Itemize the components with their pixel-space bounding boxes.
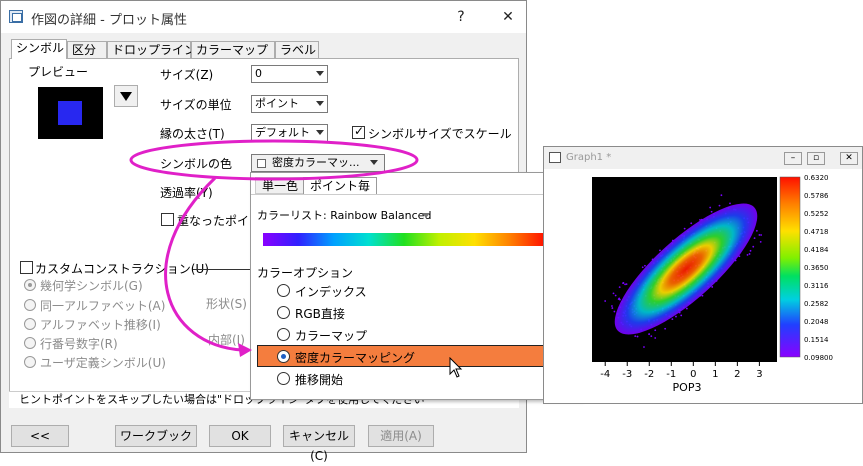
scatter-point bbox=[690, 222, 693, 225]
minimize-icon[interactable]: – bbox=[784, 152, 802, 165]
x-tick-label: 2 bbox=[734, 369, 740, 380]
x-tick-label: -4 bbox=[600, 369, 610, 380]
scatter-point bbox=[718, 204, 721, 207]
scatter-point bbox=[758, 234, 761, 236]
scatter-point bbox=[671, 318, 674, 321]
scatter-point bbox=[644, 264, 646, 267]
scatter-point bbox=[680, 314, 683, 317]
x-tick-label: 3 bbox=[756, 369, 762, 380]
scatter-point bbox=[659, 249, 661, 252]
x-axis-title: POP3 bbox=[673, 381, 702, 394]
scatter-point bbox=[604, 300, 607, 302]
scatter-point bbox=[729, 202, 731, 205]
scatter-point bbox=[675, 315, 677, 318]
graph-page: -4 -3 -2 -1 0 1 2 3 POP3 0.6320 0.5786 0.5252 0.47… bbox=[544, 169, 862, 403]
density-scatter-plot: -4 -3 -2 -1 0 1 2 3 POP3 0.6320 0.5786 0.5252 0.47… bbox=[592, 174, 833, 394]
colorbar-ticks: 0.6320 0.5786 0.5252 0.4718 0.4184 0.3650 0.31… bbox=[804, 174, 833, 362]
scatter-point bbox=[654, 329, 657, 332]
graph-app-icon bbox=[549, 152, 561, 163]
graph-title: Graph1 * bbox=[566, 152, 612, 163]
scatter-point bbox=[643, 346, 645, 348]
graph-titlebar: Graph1 * – ▫ ✕ bbox=[544, 147, 862, 169]
colorbar-tick-label: 0.3650 bbox=[804, 264, 829, 272]
highlight-ellipse bbox=[129, 139, 419, 181]
annotation-arrow-line bbox=[164, 176, 243, 352]
scatter-point bbox=[648, 333, 650, 336]
restore-icon[interactable]: ▫ bbox=[807, 152, 825, 165]
scatter-point bbox=[709, 206, 712, 209]
x-tick-label: -2 bbox=[644, 369, 654, 380]
scatter-point bbox=[760, 234, 763, 236]
colorbar-tick-label: 0.4718 bbox=[804, 228, 829, 236]
scatter-point bbox=[613, 310, 616, 313]
scatter-point bbox=[618, 286, 621, 289]
scatter-point bbox=[752, 245, 755, 248]
scatter-point bbox=[685, 307, 688, 310]
scatter-point bbox=[720, 194, 723, 197]
colorbar-tick-label: 0.1514 bbox=[804, 336, 829, 344]
scatter-point bbox=[611, 307, 614, 309]
colorbar-tick-label: 0.2582 bbox=[804, 300, 829, 308]
colorbar-tick-label: 0.5786 bbox=[804, 192, 829, 200]
x-tick-label: -1 bbox=[666, 369, 676, 380]
scatter-point bbox=[654, 337, 657, 339]
scatter-point bbox=[683, 227, 686, 230]
scatter-point bbox=[634, 335, 637, 338]
x-tick-label: 1 bbox=[712, 369, 718, 380]
colorbar bbox=[779, 176, 801, 358]
scatter-point bbox=[636, 335, 639, 338]
scatter-point bbox=[641, 266, 644, 269]
scatter-point bbox=[611, 305, 613, 307]
graph-window: Graph1 * – ▫ ✕ -4 -3 -2 -1 0 1 2 3 POP3 … bbox=[543, 146, 863, 404]
scatter-point bbox=[650, 335, 653, 338]
scatter-point bbox=[753, 237, 756, 239]
scatter-point bbox=[749, 249, 752, 252]
colorbar-tick-label: 0.2048 bbox=[804, 318, 829, 326]
scatter-point bbox=[664, 327, 667, 330]
close-window-icon[interactable]: ✕ bbox=[840, 152, 858, 165]
colorbar-tick-label: 0.3116 bbox=[804, 282, 829, 290]
scatter-point bbox=[617, 298, 620, 301]
scatter-point bbox=[748, 253, 751, 255]
scatter-point bbox=[624, 283, 626, 286]
x-tick-label: -3 bbox=[622, 369, 632, 380]
scatter-point bbox=[755, 229, 758, 232]
x-axis: -4 -3 -2 -1 0 1 2 3 bbox=[600, 362, 763, 380]
colorbar-tick-label: 0.4184 bbox=[804, 246, 829, 254]
x-tick-label: 0 bbox=[690, 369, 696, 380]
scatter-point bbox=[710, 210, 713, 213]
colorbar-tick-label: 0.6320 bbox=[804, 174, 829, 182]
scatter-point bbox=[746, 254, 749, 256]
scatter-point bbox=[622, 282, 625, 284]
scatter-point bbox=[614, 294, 617, 297]
arrow-head-icon bbox=[238, 343, 252, 357]
colorbar-tick-label: 0.5252 bbox=[804, 210, 829, 218]
scatter-point bbox=[711, 286, 714, 288]
colorbar-tick-label: 0.09800 bbox=[804, 354, 833, 362]
tab-symbol[interactable]: シンボル bbox=[11, 39, 67, 59]
scatter-point bbox=[701, 294, 704, 297]
scatter-point bbox=[612, 292, 615, 295]
scatter-point bbox=[759, 240, 762, 243]
